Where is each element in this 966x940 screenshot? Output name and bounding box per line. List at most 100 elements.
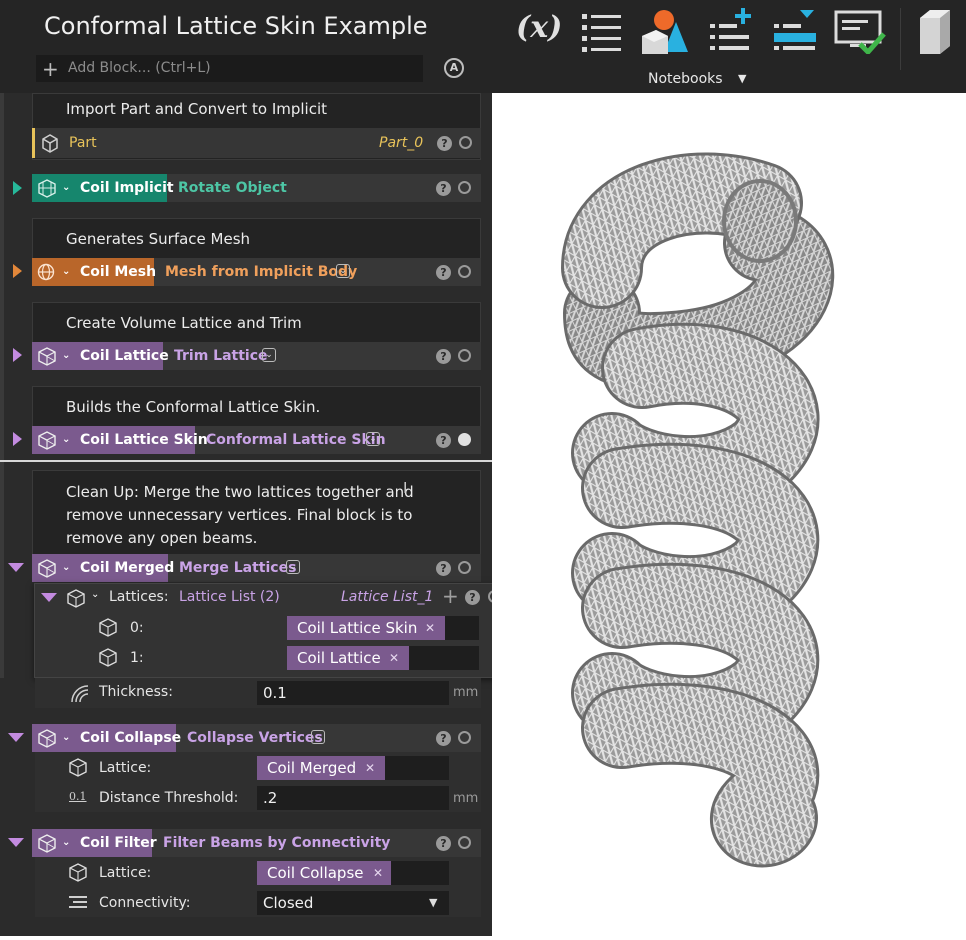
block-function[interactable]: Mesh from Implicit Body <box>165 258 357 286</box>
block-tag-filter[interactable]: ⌄ Coil Filter <box>32 829 157 857</box>
lattices-label: Lattices: <box>109 589 169 605</box>
lattice-chip[interactable]: Coil Collapse ✕ <box>257 861 391 885</box>
help-icon[interactable]: ? <box>436 181 451 196</box>
lattice-input[interactable]: Coil Merged ✕ <box>257 756 449 780</box>
left-scroll-track[interactable] <box>0 93 4 678</box>
help-icon[interactable]: ? <box>436 265 451 280</box>
part-cube-icon <box>42 134 58 153</box>
function-dropdown[interactable]: ⌄ <box>336 264 350 278</box>
block-function[interactable]: Collapse Vertices <box>187 724 323 752</box>
chevron-down-icon[interactable]: ⌄ <box>91 589 99 600</box>
connectivity-select[interactable]: Closed ▼ <box>257 891 449 915</box>
lattice-icon <box>38 431 56 450</box>
lattice-chip[interactable]: Coil Lattice Skin ✕ <box>287 616 445 640</box>
add-block-input[interactable]: + Add Block... (Ctrl+L) <box>36 55 423 82</box>
remove-icon[interactable]: ✕ <box>425 616 435 640</box>
status-ring-filled-icon[interactable] <box>458 433 471 446</box>
chevron-down-icon[interactable]: ▼ <box>738 72 746 85</box>
lattice-item-slot[interactable]: Coil Lattice Skin ✕ <box>287 616 479 640</box>
block-function[interactable]: Conformal Lattice Skin <box>206 426 386 454</box>
text-cursor-icon: I <box>403 479 408 497</box>
expand-arrow-icon[interactable] <box>13 181 22 195</box>
block-tag-skin[interactable]: ⌄ Coil Lattice Skin <box>32 426 208 454</box>
function-dropdown[interactable]: ⌄ <box>311 730 325 744</box>
status-ring-icon[interactable] <box>458 731 471 744</box>
help-icon[interactable]: ? <box>437 136 452 151</box>
block-tag-lattice[interactable]: ⌄ Coil Lattice <box>32 342 169 370</box>
help-icon[interactable]: ? <box>436 433 451 448</box>
auto-run-icon[interactable]: A <box>444 58 464 78</box>
chevron-down-icon[interactable]: ▼ <box>429 891 437 915</box>
status-ring-icon[interactable] <box>458 265 471 278</box>
block-name: Coil Mesh <box>80 264 157 280</box>
threshold-icon: 0.1 <box>69 790 87 803</box>
threshold-input[interactable]: .2 <box>257 786 449 810</box>
lattice-item-slot[interactable]: Coil Lattice ✕ <box>287 646 479 670</box>
3d-viewport[interactable] <box>492 93 966 936</box>
block-function[interactable]: Trim Lattice <box>174 342 268 370</box>
add-list-icon[interactable] <box>708 8 754 54</box>
lattice-icon <box>69 758 87 777</box>
thickness-input[interactable]: 0.1 <box>257 681 449 705</box>
item-index: 0: <box>130 620 144 636</box>
block-function[interactable]: Filter Beams by Connectivity <box>163 829 390 857</box>
monitor-check-icon[interactable] <box>834 8 886 54</box>
download-list-icon[interactable] <box>772 8 818 54</box>
threshold-label: Distance Threshold: <box>99 790 239 806</box>
notebooks-menu[interactable]: Notebooks <box>648 71 723 87</box>
block-function[interactable]: Rotate Object <box>178 174 287 202</box>
help-icon[interactable]: ? <box>436 836 451 851</box>
block-tag-mesh[interactable]: ⌄ Coil Mesh <box>32 258 157 286</box>
block-row-implicit[interactable]: ⌄ Coil Implicit Rotate Object ? <box>32 174 481 202</box>
block-tag-merged[interactable]: ⌄ Coil Merged <box>32 554 174 582</box>
thickness-unit: mm <box>453 685 479 700</box>
function-dropdown[interactable]: ⌄ <box>262 348 276 362</box>
block-row-skin[interactable]: ⌄ Coil Lattice Skin Conformal Lattice Sk… <box>32 426 481 454</box>
block-row-part[interactable]: Part Part_0 ? <box>32 128 481 158</box>
lattice-chip[interactable]: Coil Lattice ✕ <box>287 646 409 670</box>
lattice-chip[interactable]: Coil Merged ✕ <box>257 756 385 780</box>
status-ring-icon[interactable] <box>458 181 471 194</box>
function-dropdown[interactable]: ⌄ <box>366 432 380 446</box>
lattice-list-icon <box>67 589 85 608</box>
status-ring-icon[interactable] <box>458 349 471 362</box>
lattice-input[interactable]: Coil Collapse ✕ <box>257 861 449 885</box>
block-row-mesh[interactable]: ⌄ Coil Mesh Mesh from Implicit Body ⌄ ? <box>32 258 481 286</box>
part-box-icon[interactable] <box>916 8 952 54</box>
remove-icon[interactable]: ✕ <box>373 861 383 885</box>
help-icon[interactable]: ? <box>465 590 480 605</box>
block-name: Coil Lattice Skin <box>80 432 208 448</box>
remove-icon[interactable]: ✕ <box>389 646 399 670</box>
block-name: Coil Lattice <box>80 348 169 364</box>
block-tag-implicit[interactable]: ⌄ Coil Implicit <box>32 174 174 202</box>
collapse-arrow-icon[interactable] <box>8 563 24 572</box>
add-block-placeholder: Add Block... (Ctrl+L) <box>68 60 211 76</box>
expand-arrow-icon[interactable] <box>13 432 22 446</box>
block-tag-collapse[interactable]: ⌄ Coil Collapse <box>32 724 181 752</box>
collapse-arrow-icon[interactable] <box>8 733 24 742</box>
list-icon[interactable] <box>580 8 624 54</box>
variable-x-icon[interactable]: (x) <box>516 10 562 56</box>
help-icon[interactable]: ? <box>436 561 451 576</box>
shapes-icon[interactable] <box>640 8 690 54</box>
add-item-icon[interactable]: + <box>442 584 459 608</box>
help-icon[interactable]: ? <box>436 349 451 364</box>
collapse-arrow-icon[interactable] <box>8 838 24 847</box>
status-ring-icon[interactable] <box>458 561 471 574</box>
status-ring-icon[interactable] <box>458 836 471 849</box>
lattices-function[interactable]: Lattice List (2) <box>179 589 280 605</box>
status-ring-icon[interactable] <box>459 136 472 149</box>
function-dropdown[interactable]: ⌄ <box>286 560 300 574</box>
expand-arrow-icon[interactable] <box>13 264 22 278</box>
remove-icon[interactable]: ✕ <box>365 756 375 780</box>
block-row-collapse[interactable]: ⌄ Coil Collapse Collapse Vertices ⌄ ? <box>32 724 481 752</box>
block-row-lattice[interactable]: ⌄ Coil Lattice Trim Lattice ⌄ ? <box>32 342 481 370</box>
implicit-icon <box>38 179 56 198</box>
help-icon[interactable]: ? <box>436 731 451 746</box>
expand-arrow-icon[interactable] <box>13 348 22 362</box>
collapse-arrow-icon[interactable] <box>41 593 57 602</box>
block-row-filter[interactable]: ⌄ Coil Filter Filter Beams by Connectivi… <box>32 829 481 857</box>
thickness-label: Thickness: <box>99 684 173 700</box>
block-row-merged[interactable]: ⌄ Coil Merged Merge Lattices ⌄ ? <box>32 554 481 582</box>
block-function[interactable]: Merge Lattices <box>179 554 296 582</box>
